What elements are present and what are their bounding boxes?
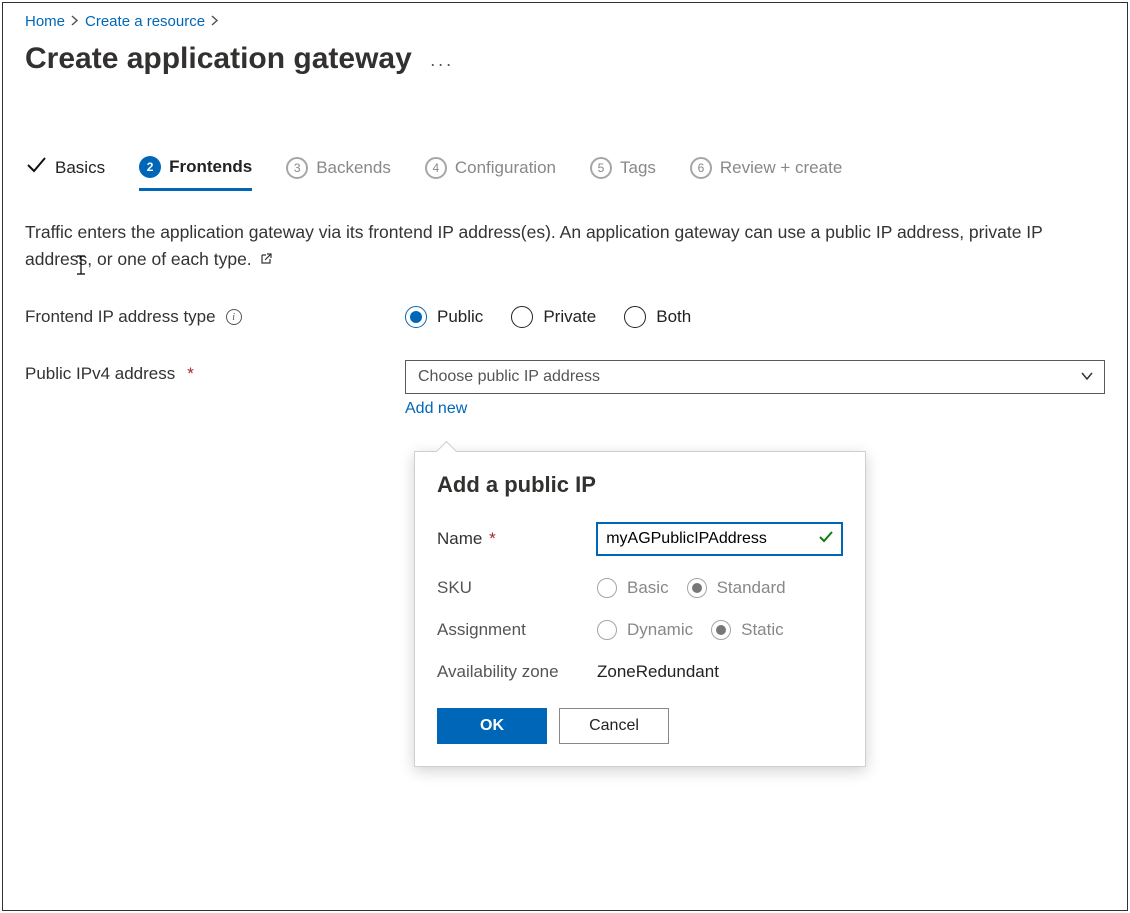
more-actions-icon[interactable]: ··· [430,54,454,75]
radio-label: Basic [627,578,669,598]
frontend-ip-type-label: Frontend IP address type i [25,307,405,327]
tab-label: Backends [316,158,391,178]
tab-label: Frontends [169,157,252,177]
public-ip-name-label: Name * [437,529,596,549]
radio-public[interactable]: Public [405,306,483,328]
tab-label: Configuration [455,158,556,178]
tab-basics[interactable]: Basics [25,154,105,191]
tab-backends[interactable]: 3 Backends [286,157,391,189]
radio-dot-icon [711,620,731,640]
radio-sku-basic: Basic [597,578,669,598]
radio-label: Standard [717,578,786,598]
frontends-description: Traffic enters the application gateway v… [25,219,1075,274]
popover-title: Add a public IP [437,472,843,498]
public-ip-name-input-wrapper [596,522,843,556]
step-number-badge: 5 [590,157,612,179]
radio-assignment-dynamic: Dynamic [597,620,693,640]
frontend-ip-type-radio-group: Public Private Both [405,306,691,328]
radio-assignment-static: Static [711,620,784,640]
chevron-right-icon [211,14,219,29]
chevron-down-icon [1080,369,1094,388]
chevron-right-icon [71,14,79,29]
radio-label: Public [437,307,483,327]
tab-label: Basics [55,158,105,178]
tab-label: Review + create [720,158,842,178]
step-number-badge: 4 [425,157,447,179]
radio-both[interactable]: Both [624,306,691,328]
label-text: Public IPv4 address [25,364,175,384]
required-asterisk-icon: * [489,529,496,548]
label-text: Frontend IP address type [25,307,216,327]
required-asterisk-icon: * [187,364,194,384]
external-link-icon[interactable] [259,247,273,274]
public-ipv4-label: Public IPv4 address * [25,360,405,384]
breadcrumb-create-resource[interactable]: Create a resource [85,13,205,30]
availability-zone-label: Availability zone [437,662,597,682]
breadcrumb-home[interactable]: Home [25,13,65,30]
radio-dot-icon [597,578,617,598]
availability-zone-value: ZoneRedundant [597,662,719,682]
add-public-ip-popover: Add a public IP Name * SKU Basic [414,451,866,767]
tab-label: Tags [620,158,656,178]
radio-sku-standard: Standard [687,578,786,598]
public-ip-select[interactable]: Choose public IP address [405,360,1105,394]
check-icon [25,154,47,181]
radio-dot-icon [405,306,427,328]
radio-dot-icon [687,578,707,598]
tab-configuration[interactable]: 4 Configuration [425,157,556,189]
info-icon[interactable]: i [226,309,242,325]
radio-dot-icon [511,306,533,328]
step-number-badge: 2 [139,156,161,178]
add-new-public-ip-link[interactable]: Add new [405,400,1105,418]
breadcrumb: Home Create a resource [25,11,1105,38]
radio-label: Static [741,620,784,640]
radio-label: Dynamic [627,620,693,640]
valid-check-icon [817,528,835,551]
radio-label: Private [543,307,596,327]
tab-review-create[interactable]: 6 Review + create [690,157,842,189]
radio-private[interactable]: Private [511,306,596,328]
step-number-badge: 6 [690,157,712,179]
label-text: Name [437,529,482,548]
step-number-badge: 3 [286,157,308,179]
sku-label: SKU [437,578,597,598]
select-placeholder: Choose public IP address [418,368,600,386]
ok-button[interactable]: OK [437,708,547,744]
page-title: Create application gateway [25,42,412,76]
radio-dot-icon [597,620,617,640]
public-ip-name-input[interactable] [604,529,817,549]
cancel-button[interactable]: Cancel [559,708,669,744]
assignment-label: Assignment [437,620,597,640]
tab-tags[interactable]: 5 Tags [590,157,656,189]
description-text: Traffic enters the application gateway v… [25,222,1043,269]
tab-frontends[interactable]: 2 Frontends [139,156,252,191]
radio-dot-icon [624,306,646,328]
wizard-tabs: Basics 2 Frontends 3 Backends 4 Configur… [25,154,1105,191]
radio-label: Both [656,307,691,327]
